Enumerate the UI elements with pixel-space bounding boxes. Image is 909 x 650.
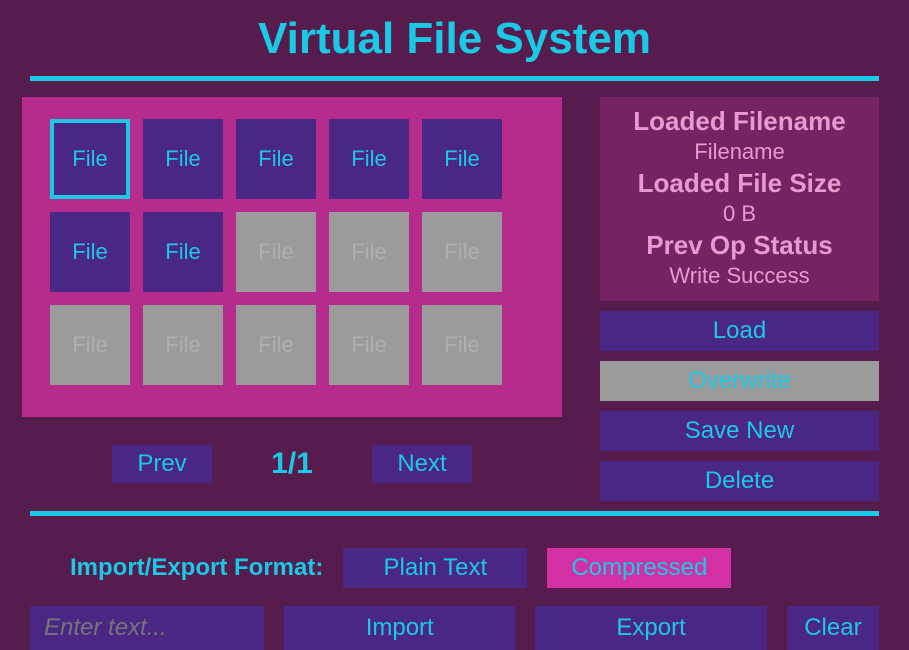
file-cell-6[interactable]: File [143,212,223,292]
status-label: Prev Op Status [600,229,879,262]
page-count: 1/1 [252,447,332,481]
import-button[interactable]: Import [284,606,515,650]
filename-value: Filename [600,138,879,166]
file-cell-3[interactable]: File [329,119,409,199]
file-cell-14[interactable]: File [422,305,502,385]
file-cell-0[interactable]: File [50,119,130,199]
export-button[interactable]: Export [535,606,766,650]
info-panel: Loaded Filename Filename Loaded File Siz… [600,97,879,301]
file-cell-7[interactable]: File [236,212,316,292]
file-cell-9[interactable]: File [422,212,502,292]
page-title: Virtual File System [0,0,909,76]
format-label: Import/Export Format: [70,554,323,582]
savenew-button[interactable]: Save New [600,411,879,451]
text-input[interactable] [30,606,264,650]
clear-button[interactable]: Clear [787,606,879,650]
filesize-value: 0 B [600,200,879,228]
prev-button[interactable]: Prev [112,445,212,483]
io-row: Import Export Clear [30,602,879,650]
file-cell-12[interactable]: File [236,305,316,385]
compressed-button[interactable]: Compressed [547,548,731,588]
file-grid: FileFileFileFileFileFileFileFileFileFile… [22,97,562,417]
next-button[interactable]: Next [372,445,472,483]
file-cell-5[interactable]: File [50,212,130,292]
divider-bottom [30,511,879,516]
format-row: Import/Export Format: Plain Text Compres… [30,534,879,602]
plain-text-button[interactable]: Plain Text [343,548,527,588]
file-cell-10[interactable]: File [50,305,130,385]
load-button[interactable]: Load [600,311,879,351]
file-cell-1[interactable]: File [143,119,223,199]
file-cell-4[interactable]: File [422,119,502,199]
delete-button[interactable]: Delete [600,461,879,501]
file-cell-11[interactable]: File [143,305,223,385]
file-cell-8[interactable]: File [329,212,409,292]
filename-label: Loaded Filename [600,105,879,138]
filesize-label: Loaded File Size [600,167,879,200]
paging-row: Prev 1/1 Next [22,445,562,483]
file-cell-13[interactable]: File [329,305,409,385]
file-cell-2[interactable]: File [236,119,316,199]
overwrite-button[interactable]: Overwrite [600,361,879,401]
status-value: Write Success [600,262,879,290]
